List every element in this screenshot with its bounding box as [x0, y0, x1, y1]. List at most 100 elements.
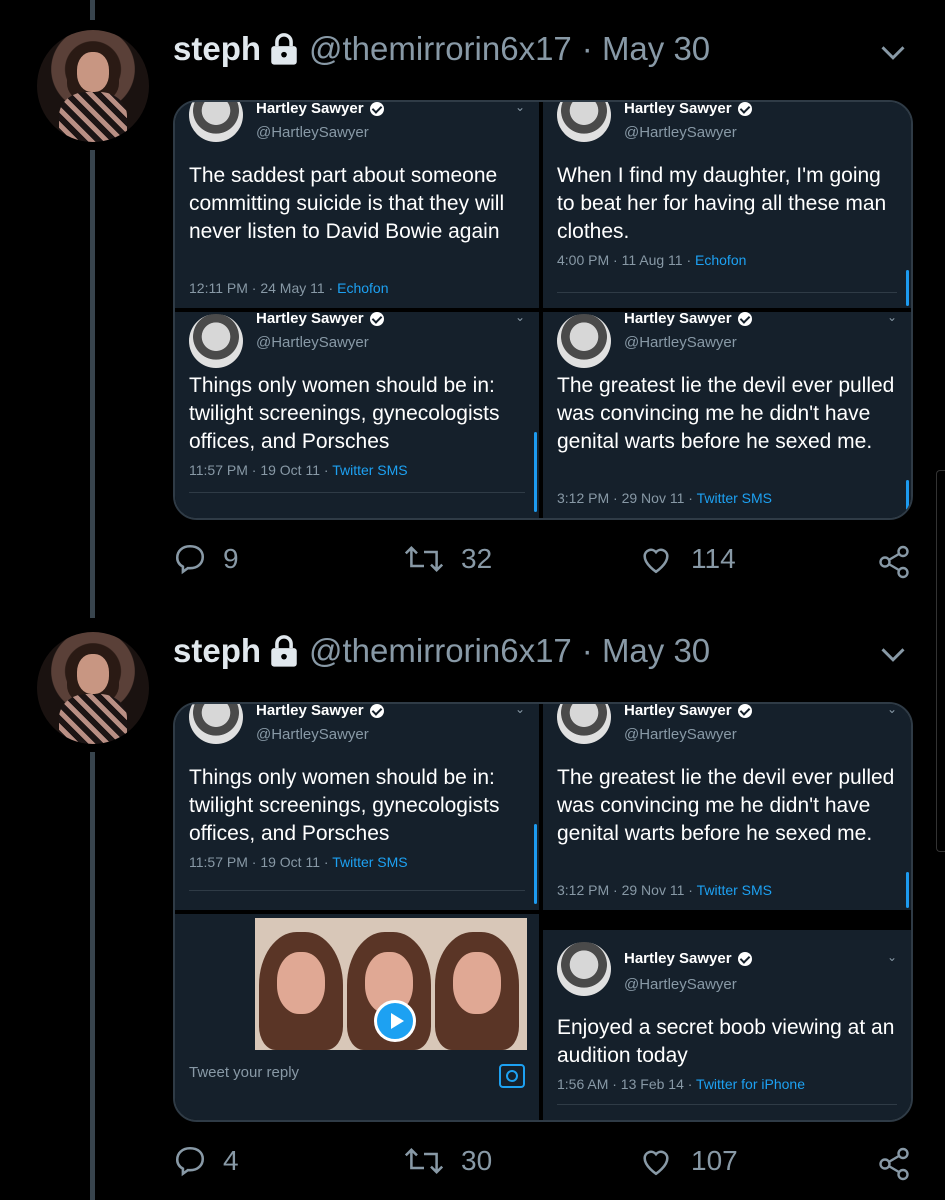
profile-picture — [557, 102, 611, 142]
profile-picture — [189, 314, 243, 368]
user-handle[interactable]: @themirrorin6x17 — [309, 30, 572, 68]
reply-icon — [175, 1146, 205, 1177]
reply-button[interactable]: 9 — [173, 542, 239, 576]
embedded-timestamp: 3:12 PM · 29 Nov 11 · Twitter SMS — [557, 882, 773, 898]
embedded-handle: @HartleySawyer — [624, 976, 737, 993]
display-name[interactable]: steph — [173, 30, 261, 68]
embedded-timestamp: 1:56 AM · 13 Feb 14 · Twitter for iPhone — [557, 1076, 805, 1092]
embedded-name: Hartley Sawyer — [256, 312, 384, 327]
user-handle[interactable]: @themirrorin6x17 — [309, 632, 572, 670]
tweet-header: steph @themirrorin6x17 · May 30 — [173, 632, 710, 670]
tweet-date[interactable]: · May 30 — [582, 30, 710, 68]
retweet-icon — [404, 1148, 444, 1174]
play-icon[interactable] — [374, 1000, 416, 1042]
embedded-handle: @HartleySawyer — [624, 726, 737, 743]
embedded-tweet: Hartley Sawyer @HartleySawyer ⌄ Enjoyed … — [543, 930, 911, 1120]
profile-picture — [189, 704, 243, 744]
embedded-name: Hartley Sawyer — [256, 102, 384, 117]
avatar[interactable] — [37, 30, 149, 142]
embedded-actions — [189, 890, 525, 909]
embedded-actions — [557, 1104, 897, 1120]
like-count: 114 — [691, 543, 736, 574]
embedded-name: Hartley Sawyer — [256, 704, 384, 719]
like-count: 107 — [691, 1145, 738, 1176]
embedded-text: When I find my daughter, I'm going to be… — [557, 164, 887, 243]
profile-picture — [189, 102, 243, 142]
tweet-actions: 9 32 114 — [173, 542, 913, 582]
verified-badge-icon — [369, 102, 384, 116]
share-icon[interactable] — [875, 544, 913, 580]
chevron-down-icon: ⌄ — [886, 950, 897, 964]
chevron-down-icon: ⌄ — [514, 102, 525, 114]
heart-icon — [643, 1150, 669, 1176]
embedded-name: Hartley Sawyer — [624, 312, 752, 327]
verified-badge-icon — [737, 704, 752, 718]
avatar[interactable] — [37, 632, 149, 744]
embedded-name: Hartley Sawyer — [624, 102, 752, 117]
verified-badge-icon — [369, 704, 384, 718]
display-name[interactable]: steph — [173, 632, 261, 670]
like-button[interactable]: 114 — [637, 542, 736, 576]
chevron-down-icon: ⌄ — [514, 704, 525, 716]
embedded-handle: @HartleySawyer — [624, 124, 737, 141]
tweet-header: steph @themirrorin6x17 · May 30 — [173, 30, 710, 68]
reply-icon — [175, 544, 205, 575]
embedded-tweet: Hartley Sawyer @HartleySawyer ⌄ Things o… — [175, 704, 539, 910]
profile-picture — [557, 704, 611, 744]
embedded-text: The saddest part about someone committin… — [189, 164, 505, 243]
embedded-text: Things only women should be in: twilight… — [189, 766, 500, 845]
tweet-date[interactable]: · May 30 — [582, 632, 710, 670]
chevron-down-icon[interactable] — [879, 38, 907, 66]
embedded-timestamp: 3:12 PM · 29 Nov 11 · Twitter SMS — [557, 490, 773, 506]
embedded-tweet: Hartley Sawyer @HartleySawyer ⌄ The sadd… — [175, 102, 539, 308]
embedded-screenshot[interactable]: Hartley Sawyer @HartleySawyer ⌄ The sadd… — [173, 100, 913, 520]
tweet[interactable]: steph @themirrorin6x17 · May 30 Hartley … — [0, 602, 945, 1200]
video-thumbnail[interactable] — [255, 918, 527, 1050]
embedded-tweet: Hartley Sawyer @HartleySawyer ⌄ The grea… — [543, 704, 911, 910]
embedded-text: Things only women should be in: twilight… — [189, 374, 500, 453]
embedded-name: Hartley Sawyer — [624, 704, 752, 719]
chevron-down-icon: ⌄ — [514, 312, 525, 324]
scrollbar — [906, 480, 909, 510]
like-button[interactable]: 107 — [637, 1144, 738, 1178]
share-icon[interactable] — [875, 1146, 913, 1182]
chevron-down-icon[interactable] — [879, 640, 907, 668]
profile-picture — [557, 942, 611, 996]
reply-button[interactable]: 4 — [173, 1144, 239, 1178]
embedded-handle: @HartleySawyer — [624, 334, 737, 351]
verified-badge-icon — [737, 102, 752, 116]
lock-icon — [271, 635, 297, 667]
embedded-screenshot[interactable]: Hartley Sawyer @HartleySawyer ⌄ Things o… — [173, 702, 913, 1122]
chevron-down-icon: ⌄ — [886, 312, 897, 324]
reply-input[interactable]: Tweet your reply — [189, 1064, 525, 1081]
embedded-timestamp: 11:57 PM · 19 Oct 11 · Twitter SMS — [189, 462, 408, 478]
scrollbar — [534, 824, 537, 904]
reply-count: 4 — [223, 1145, 239, 1176]
retweet-count: 32 — [461, 543, 493, 574]
profile-picture — [557, 314, 611, 368]
embedded-video-tweet: Tweet your reply — [175, 914, 539, 1120]
retweet-button[interactable]: 32 — [403, 542, 492, 576]
camera-icon[interactable] — [499, 1064, 525, 1088]
embedded-tweet: Hartley Sawyer @HartleySawyer ⌄ Things o… — [175, 312, 539, 518]
embedded-handle: @HartleySawyer — [256, 726, 369, 743]
embedded-timestamp: 12:11 PM · 24 May 11 · Echofon — [189, 280, 389, 296]
embedded-tweet: Hartley Sawyer @HartleySawyer When I fin… — [543, 102, 911, 308]
scrollbar-track[interactable] — [936, 470, 945, 852]
embedded-text: The greatest lie the devil ever pulled w… — [557, 766, 895, 845]
retweet-button[interactable]: 30 — [403, 1144, 492, 1178]
embedded-timestamp: 11:57 PM · 19 Oct 11 · Twitter SMS — [189, 854, 408, 870]
embedded-name: Hartley Sawyer — [624, 950, 752, 967]
retweet-count: 30 — [461, 1145, 493, 1176]
verified-badge-icon — [369, 312, 384, 326]
scrollbar — [906, 270, 909, 306]
reply-count: 9 — [223, 543, 239, 574]
retweet-icon — [404, 546, 444, 572]
embedded-actions — [189, 492, 525, 511]
embedded-tweet: Hartley Sawyer @HartleySawyer ⌄ The grea… — [543, 312, 911, 518]
tweet-actions: 4 30 107 — [173, 1144, 913, 1184]
chevron-down-icon: ⌄ — [886, 704, 897, 716]
embedded-text: The greatest lie the devil ever pulled w… — [557, 374, 895, 453]
embedded-handle: @HartleySawyer — [256, 334, 369, 351]
tweet[interactable]: steph @themirrorin6x17 · May 30 Hartley … — [0, 0, 945, 600]
